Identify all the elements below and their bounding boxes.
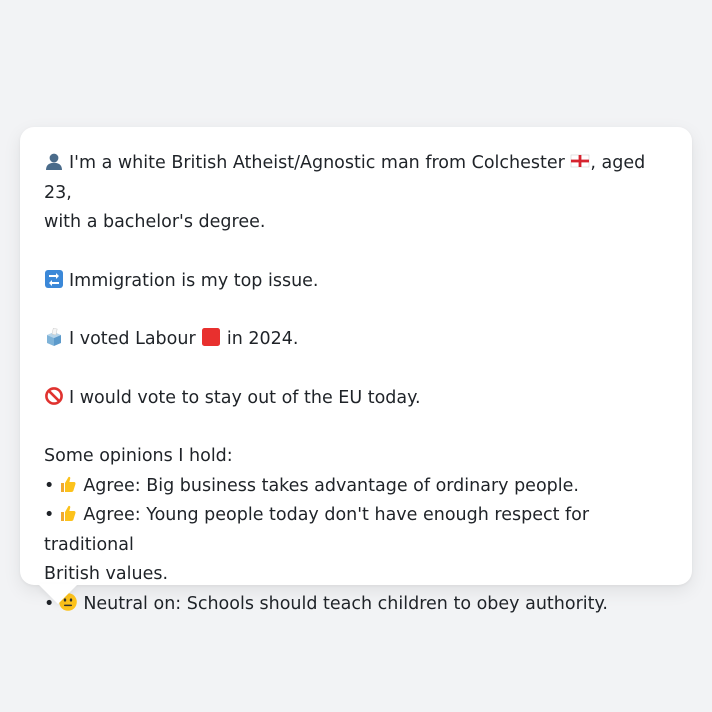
opinion-item-continuation: British values. (44, 560, 668, 590)
bullet: • (44, 475, 55, 496)
labour-red-square-icon (201, 327, 221, 347)
prohibited-icon (44, 386, 64, 406)
vote-text-1: I voted Labour (69, 329, 196, 349)
opinion-item: • Agree: Young people today don't have e… (44, 501, 668, 560)
intro-line-2: with a bachelor's degree. (44, 208, 668, 238)
opinion-item: • Agree: Big business takes advantage of… (44, 472, 668, 502)
vote-line: I voted Labour in 2024. (44, 325, 668, 355)
bullet: • (44, 505, 55, 525)
eu-line: I would vote to stay out of the EU today… (44, 384, 668, 414)
issue-text: Immigration is my top issue. (69, 270, 319, 291)
eu-text: I would vote to stay out of the EU today… (69, 387, 421, 408)
speech-bubble-tail (38, 584, 78, 604)
vote-text-2: in 2024. (226, 329, 299, 349)
opinion-text: Neutral on: Schools should teach childre… (83, 593, 608, 614)
ballot-box-icon (44, 327, 64, 347)
immigration-arrows-icon (44, 269, 64, 289)
thumbs-up-icon (58, 474, 78, 494)
england-flag-icon (570, 151, 590, 171)
opinions-heading: Some opinions I hold: (44, 446, 233, 466)
intro-text-1: I'm a white British Atheist/Agnostic man… (69, 153, 565, 173)
bust-in-silhouette-icon (44, 151, 64, 171)
opinion-text: British values. (44, 564, 169, 584)
opinion-item: • Neutral on: Schools should teach child… (44, 590, 668, 620)
thumbs-up-icon (58, 503, 78, 523)
opinion-text: Agree: Big business takes advantage of o… (83, 475, 579, 496)
opinion-text: Agree: Young people today don't have eno… (44, 505, 590, 555)
issue-line: Immigration is my top issue. (44, 267, 668, 297)
intro-text-3: with a bachelor's degree. (44, 212, 266, 232)
intro-line-1: I'm a white British Atheist/Agnostic man… (44, 149, 668, 208)
persona-card: I'm a white British Atheist/Agnostic man… (20, 127, 692, 614)
